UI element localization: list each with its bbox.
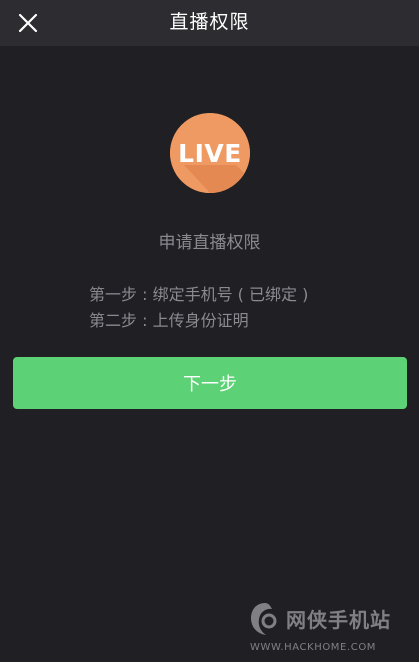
live-badge-icon: LIVE xyxy=(170,113,250,193)
watermark: 网侠手机站 WWW.HACKHOME.COM xyxy=(244,598,414,660)
step-two: 第二步 : 上传身份证明 xyxy=(89,311,249,330)
steps-list: 第一步 : 绑定手机号 ( 已绑定 ) 第二步 : 上传身份证明 xyxy=(89,282,308,334)
watermark-url: WWW.HACKHOME.COM xyxy=(250,642,377,653)
apply-heading: 申请直播权限 xyxy=(158,233,261,253)
watermark-name: 网侠手机站 xyxy=(286,608,391,632)
next-step-button[interactable]: 下一步 xyxy=(13,357,407,409)
live-badge-label: LIVE xyxy=(178,138,242,168)
watermark-logo-icon xyxy=(251,603,277,635)
page-title: 直播权限 xyxy=(169,11,250,33)
title-bar: 直播权限 xyxy=(0,0,419,46)
step-one: 第一步 : 绑定手机号 ( 已绑定 ) xyxy=(89,285,309,304)
